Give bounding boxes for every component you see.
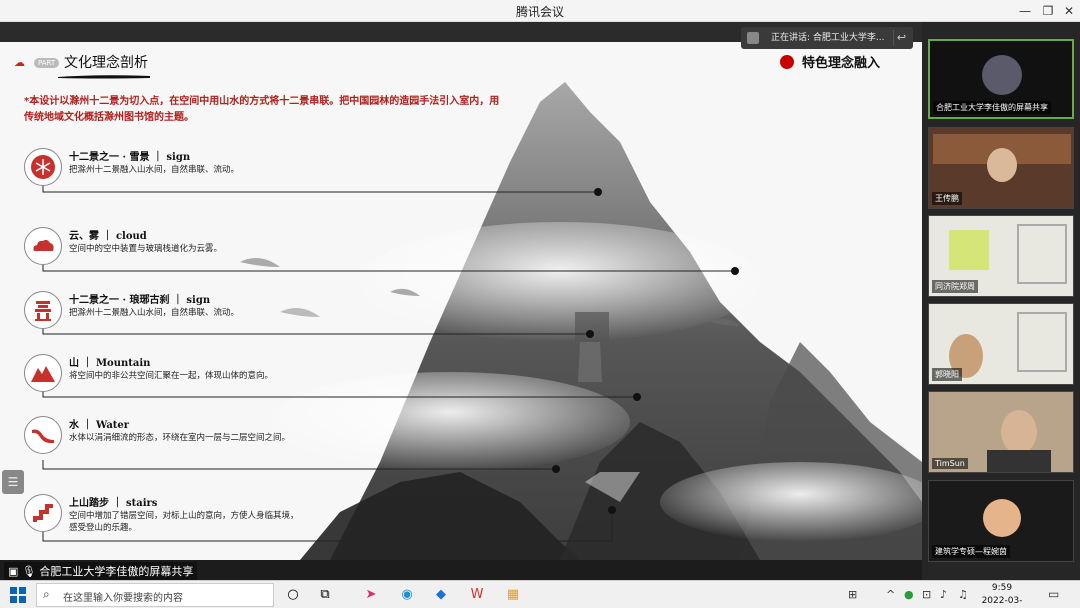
tray-chevron-icon[interactable]: ^ <box>886 588 895 601</box>
speaking-indicator[interactable]: 正在讲话: 合肥工业大学李... ↩ <box>741 27 913 49</box>
task-view-icon[interactable]: ⧉ <box>316 586 334 604</box>
slide-heading: 文化理念剖析 <box>64 55 148 71</box>
poster-text-block <box>1017 312 1067 372</box>
close-button[interactable]: ✕ <box>1058 2 1080 20</box>
volume-icon[interactable]: ♫ <box>958 588 968 601</box>
participant-tile[interactable]: 郭晓阳 <box>928 303 1074 385</box>
red-dot-icon <box>780 54 794 69</box>
clock-time: 9:59 <box>991 583 1013 593</box>
participant-name: 郭晓阳 <box>932 368 962 381</box>
edge-browser-icon[interactable]: ◉ <box>398 586 416 604</box>
title-bar: 腾讯会议 — ❐ ✕ <box>0 0 1080 22</box>
tencent-meeting-icon[interactable]: ◆ <box>432 586 450 604</box>
participant-name: 合肥工业大学李佳傲的屏幕共享 <box>933 101 1051 114</box>
avatar <box>1001 410 1037 454</box>
mic-tray-icon[interactable]: ♪ <box>940 588 947 601</box>
avatar <box>982 55 1022 95</box>
share-label-text: 合肥工业大学李佳傲的屏幕共享 <box>39 565 194 578</box>
water-icon <box>24 416 62 454</box>
concept-item-desc: 空间中的空中装置与玻璃栈道化为云雾。 <box>69 244 223 254</box>
clock-date: 2022-03-13 <box>981 596 1023 606</box>
screen-icon: ▣ <box>8 565 19 578</box>
search-placeholder: 在这里输入你要搜索的内容 <box>63 593 183 604</box>
participant-tile[interactable]: 合肥工业大学李佳傲的屏幕共享 <box>928 39 1074 119</box>
minimize-button[interactable]: — <box>1014 2 1036 20</box>
participant-tile[interactable]: 王传鹏 <box>928 127 1074 209</box>
participant-tile[interactable]: 同济院郑周 <box>928 215 1074 297</box>
concept-item-title: 云、雾 ｜ cloud <box>69 231 147 242</box>
network-icon[interactable]: ⊡ <box>922 588 931 601</box>
part-tag: PART <box>34 58 60 68</box>
tray-app-icon[interactable]: ● <box>904 588 914 601</box>
feature-title: 特色理念融入 <box>780 52 880 71</box>
temple-icon <box>24 291 62 329</box>
windows-taskbar: ⌕ 在这里输入你要搜索的内容 ○ ⧉ ➤ ◉ ◆ W ▦ ⊞ ^ ● ⊡ ♪ ♫… <box>0 580 1080 608</box>
poster-graphic <box>949 230 989 270</box>
cortana-icon[interactable]: ○ <box>284 586 302 604</box>
mic-icon: 🎙 <box>21 565 36 578</box>
avatar <box>983 499 1021 537</box>
concept-item-title: 山 ｜ Mountain <box>69 358 151 369</box>
taskbar-search[interactable]: ⌕ 在这里输入你要搜索的内容 <box>36 583 274 607</box>
cloud-logo-icon: ☁ <box>14 56 25 69</box>
system-clock[interactable]: 9:59 2022-03-13 <box>976 582 1028 608</box>
back-arrow-icon[interactable]: ↩ <box>893 30 909 46</box>
feature-title-text: 特色理念融入 <box>802 56 881 71</box>
speaker-avatar <box>747 32 759 44</box>
concept-item-title: 十二景之一 · 琅琊古刹 ｜ sign <box>69 295 211 306</box>
share-label-bar: ▣ 🎙 合肥工业大学李佳傲的屏幕共享 <box>0 560 922 580</box>
share-label: ▣ 🎙 合肥工业大学李佳傲的屏幕共享 <box>4 562 198 580</box>
participant-name: 建筑学专硕—程婉茵 <box>932 545 1010 558</box>
concept-item-desc: 把滁州十二景融入山水间，自然串联、流动。 <box>69 165 240 175</box>
intro-text: *本设计以滁州十二景为切入点，在空间中用山水的方式将十二景串联。把中国园林的造园… <box>24 96 500 123</box>
wps-icon[interactable]: W <box>468 586 486 604</box>
concept-item-title: 上山踏步 ｜ stairs <box>69 498 158 509</box>
participant-name: TimSun <box>932 458 968 469</box>
participant-name: 同济院郑周 <box>932 280 978 293</box>
windows-start-icon[interactable] <box>10 587 26 603</box>
input-method-icon[interactable]: ⊞ <box>848 588 857 601</box>
side-menu-icon[interactable]: ☰ <box>2 470 24 494</box>
shirt <box>987 450 1051 472</box>
notification-icon[interactable]: ▭ <box>1048 587 1064 603</box>
app-window: 腾讯会议 — ❐ ✕ ☁ PART 文化理念剖析 特色理念融入 *本设计以滁州十… <box>0 0 1080 608</box>
window-title: 腾讯会议 <box>515 5 564 19</box>
concept-item-desc: 水体以涓涓细流的形态，环绕在室内一层与二层空间之间。 <box>69 433 291 443</box>
concept-item-desc: 把滁州十二景融入山水间，自然串联、流动。 <box>69 308 240 318</box>
speaking-text: 正在讲话: 合肥工业大学李... <box>771 33 885 43</box>
search-icon: ⌕ <box>43 587 50 601</box>
restore-button[interactable]: ❐ <box>1037 2 1059 20</box>
concept-item-desc: 空间中增加了错层空间，对标上山的意向，方使人身临其境，感受登山的乐趣。 <box>69 511 299 533</box>
concept-item-title: 十二景之一 · 雪景 ｜ sign <box>69 152 191 163</box>
app-arrow-icon[interactable]: ➤ <box>362 586 380 604</box>
snowflake-icon <box>24 148 62 186</box>
stairs-icon <box>24 494 62 532</box>
brush-stroke-icon <box>58 75 150 79</box>
participants-panel: 合肥工业大学李佳傲的屏幕共享 王传鹏 同济院郑周 郭晓阳 TimSun 建筑学专… <box>922 22 1080 580</box>
participant-name: 王传鹏 <box>932 192 962 205</box>
concept-item-desc: 将空间中的非公共空间汇聚在一起，体现山体的意向。 <box>69 371 274 381</box>
participant-tile[interactable]: TimSun <box>928 391 1074 473</box>
file-explorer-icon[interactable]: ▦ <box>504 586 522 604</box>
shared-slide: ☁ PART 文化理念剖析 特色理念融入 *本设计以滁州十二景为切入点，在空间中… <box>0 42 922 560</box>
mountain-icon <box>24 354 62 392</box>
avatar <box>987 148 1017 182</box>
poster-text-block <box>1017 224 1067 284</box>
concept-item-title: 水 ｜ Water <box>69 420 130 431</box>
cloud-icon <box>24 227 62 265</box>
participant-tile[interactable]: 建筑学专硕—程婉茵 <box>928 480 1074 562</box>
